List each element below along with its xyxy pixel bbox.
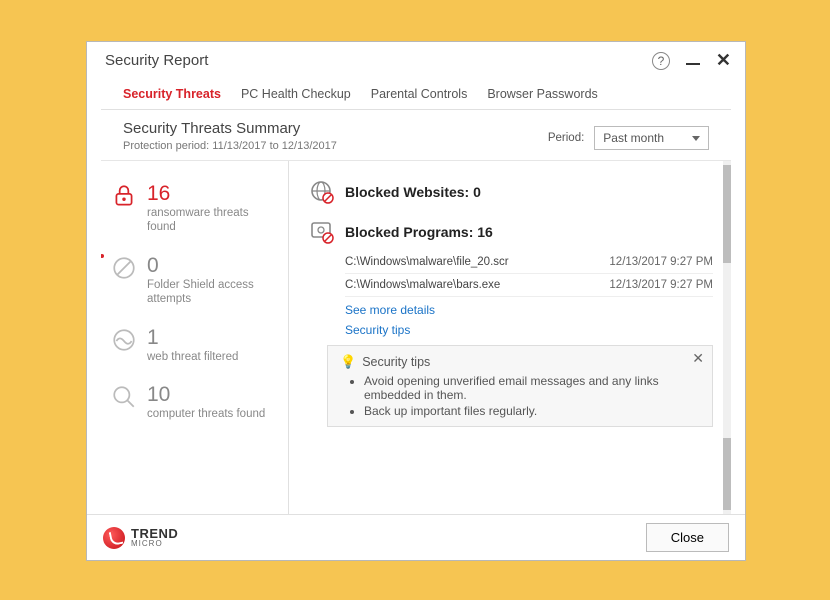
detail-column: Blocked Websites: 0 Blocked Programs: 16… [289,161,731,514]
tips-title: 💡 Security tips [340,354,700,370]
close-icon[interactable]: ✕ [716,50,731,71]
stat-computer-label: computer threats found [147,407,265,421]
titlebar: Security Report ? ✕ [87,42,745,77]
report-body: 16 ransomware threats found 0 Folder Shi… [101,161,731,514]
brand-name-top: TREND [131,528,178,540]
list-item[interactable]: C:\Windows\malware\file_20.scr 12/13/201… [345,251,713,274]
minimize-icon[interactable] [686,63,700,65]
stat-web-threat[interactable]: 1 web threat filtered [111,327,280,364]
stat-ransomware-count: 16 [147,183,280,204]
tab-browser-passwords[interactable]: Browser Passwords [487,81,597,109]
period-dropdown[interactable]: Past month [594,126,709,150]
close-button[interactable]: Close [646,523,729,552]
blocked-websites-heading: Blocked Websites: 0 [345,184,481,200]
blocked-programs-heading: Blocked Programs: 16 [345,224,493,240]
circle-slash-icon [111,255,137,281]
stat-folder-shield[interactable]: 0 Folder Shield access attempts [111,255,280,307]
security-report-window: Security Report ? ✕ Security Threats PC … [86,41,746,561]
tab-parental-controls[interactable]: Parental Controls [371,81,468,109]
security-tips-link[interactable]: Security tips [345,323,713,337]
blocked-websites-section: Blocked Websites: 0 [309,179,713,205]
scroll-thumb[interactable] [723,438,731,510]
protection-period: Protection period: 11/13/2017 to 12/13/2… [123,140,548,152]
period-label: Period: [548,132,584,144]
stat-folder-count: 0 [147,255,280,276]
stat-ransomware[interactable]: 16 ransomware threats found [111,183,280,235]
entry-path: C:\Windows\malware\bars.exe [345,279,609,291]
list-item[interactable]: C:\Windows\malware\bars.exe 12/13/2017 9… [345,274,713,297]
entry-time: 12/13/2017 9:27 PM [609,279,713,291]
lightbulb-icon: 💡 [340,354,356,370]
tips-title-text: Security tips [362,355,430,369]
stat-web-count: 1 [147,327,238,348]
stat-ransomware-label: ransomware threats found [147,206,280,235]
tab-pc-health[interactable]: PC Health Checkup [241,81,351,109]
brand-logo: TREND MICRO [103,527,178,549]
summary-header: Security Threats Summary Protection peri… [101,110,731,161]
entry-time: 12/13/2017 9:27 PM [609,256,713,268]
blocked-programs-section: Blocked Programs: 16 C:\Windows\malware\… [309,219,713,427]
period-value: Past month [603,131,664,145]
stat-web-label: web threat filtered [147,350,238,364]
window-title: Security Report [105,52,652,69]
tab-security-threats[interactable]: Security Threats [123,81,221,109]
trend-logo-icon [103,527,125,549]
help-icon[interactable]: ? [652,52,670,70]
stat-computer-threats[interactable]: 10 computer threats found [111,384,280,421]
period-selector-wrap: Period: Past month [548,126,709,150]
tips-close-icon[interactable]: ✕ [692,350,704,367]
summary-title: Security Threats Summary [123,120,548,137]
scroll-thumb[interactable] [723,165,731,263]
stats-column: 16 ransomware threats found 0 Folder Shi… [101,161,289,514]
wave-icon [111,327,137,353]
tab-bar: Security Threats PC Health Checkup Paren… [101,77,731,110]
stat-computer-count: 10 [147,384,265,405]
stat-folder-label: Folder Shield access attempts [147,278,280,307]
window-controls: ? ✕ [652,50,731,71]
tip-item: Avoid opening unverified email messages … [364,374,700,402]
magnifier-icon [111,384,137,410]
tip-item: Back up important files regularly. [364,404,700,418]
program-blocked-icon [309,219,335,245]
see-more-link[interactable]: See more details [345,303,713,317]
security-tips-panel: ✕ 💡 Security tips Avoid opening unverifi… [327,345,713,427]
scrollbar[interactable] [723,161,731,514]
chevron-down-icon [692,136,700,141]
lock-alert-icon [111,183,137,209]
blocked-programs-list: C:\Windows\malware\file_20.scr 12/13/201… [345,251,713,297]
footer: TREND MICRO Close [87,514,745,560]
globe-blocked-icon [309,179,335,205]
entry-path: C:\Windows\malware\file_20.scr [345,256,609,268]
